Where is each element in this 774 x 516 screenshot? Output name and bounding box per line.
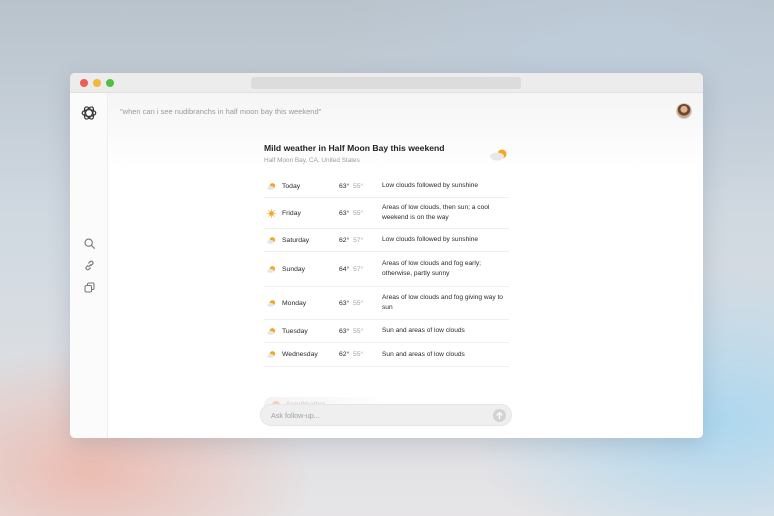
forecast-low: 55°	[353, 299, 364, 307]
forecast-description: Areas of low clouds and fog early; other…	[382, 260, 481, 277]
forecast-row-friday[interactable]: Friday 63° 55° Areas of low clouds, then su…	[264, 198, 509, 229]
partly-sunny-icon	[267, 299, 276, 307]
partly-sunny-icon	[267, 351, 276, 358]
forecast-high: 62°	[339, 351, 350, 358]
forecast-description: Low clouds followed by sunshine	[382, 182, 479, 189]
maximize-window-button[interactable]	[106, 79, 114, 87]
forecast-row-sunday[interactable]: Sunday 64° 57° Areas of low clouds and fog …	[264, 252, 509, 287]
partly-sunny-icon	[267, 265, 276, 273]
forecast-low: 57°	[353, 236, 364, 244]
forecast-low: 57°	[353, 265, 364, 273]
forecast-description: Low clouds followed by sunshine	[382, 236, 479, 243]
browser-window: "when can i see nudibranchs in half moon…	[70, 73, 703, 438]
forecast-day: Saturday	[282, 236, 310, 244]
forecast-high: 63°	[339, 209, 350, 217]
forecast-low: 55°	[353, 209, 364, 217]
forecast-row-monday[interactable]: Monday 63° 55° Areas of low clouds and fog …	[264, 287, 509, 320]
link-icon[interactable]	[83, 259, 96, 272]
forecast-description: Areas of low clouds, then sun; a cool we…	[382, 204, 490, 221]
weather-card-header: Mild weather in Half Moon Bay this weeke…	[264, 143, 509, 164]
avatar[interactable]	[676, 103, 692, 119]
forecast-day: Monday	[282, 299, 307, 307]
forecast-high: 63°	[339, 182, 350, 190]
forecast-low: 55°	[353, 327, 364, 335]
partly-sunny-icon	[267, 182, 276, 190]
forecast-day: Friday	[282, 209, 301, 217]
forecast-row-wednesday[interactable]: Wednesday 62° 55° Sun and areas of low clou…	[264, 343, 509, 367]
partly-cloudy-icon	[490, 149, 507, 161]
search-icon[interactable]	[83, 237, 96, 250]
forecast-day: Tuesday	[282, 327, 308, 335]
forecast-day: Sunday	[282, 265, 306, 273]
openai-logo-icon[interactable]	[80, 104, 98, 122]
forecast-description: Sun and areas of low clouds	[382, 350, 465, 358]
forecast-high: 62°	[339, 236, 350, 244]
followup-box	[260, 404, 512, 426]
forecast-low: 55°	[353, 351, 364, 358]
copy-icon[interactable]	[83, 281, 96, 294]
main-content: "when can i see nudibranchs in half moon…	[108, 93, 703, 438]
forecast-row-tuesday[interactable]: Tuesday 63° 55° Sun and areas of low clouds	[264, 320, 509, 343]
title-bar	[70, 73, 703, 93]
forecast-row-today[interactable]: Today 63° 55° Low clouds followed by sunshi…	[264, 175, 509, 198]
close-window-button[interactable]	[80, 79, 88, 87]
forecast-list: Today 63° 55° Low clouds followed by sunshi…	[264, 175, 509, 367]
sidebar	[70, 93, 108, 438]
send-arrow-icon	[496, 411, 503, 420]
search-query[interactable]: "when can i see nudibranchs in half moon…	[120, 107, 321, 116]
forecast-day: Wednesday	[282, 351, 318, 358]
forecast-row-saturday[interactable]: Saturday 62° 57° Low clouds followed by sun…	[264, 229, 509, 252]
forecast-high: 63°	[339, 299, 350, 307]
send-button[interactable]	[493, 409, 506, 422]
sunny-icon	[267, 208, 276, 218]
minimize-window-button[interactable]	[93, 79, 101, 87]
followup-input[interactable]	[271, 409, 471, 422]
forecast-description: Sun and areas of low clouds	[382, 327, 465, 334]
weather-card-location: Half Moon Bay, CA, United States	[264, 157, 360, 164]
weather-card-title: Mild weather in Half Moon Bay this weeke…	[264, 143, 445, 153]
forecast-low: 55°	[353, 182, 364, 190]
forecast-day: Today	[282, 182, 301, 190]
partly-sunny-icon	[267, 236, 276, 244]
forecast-description: Areas of low clouds and fog giving way t…	[382, 294, 503, 311]
address-bar[interactable]	[251, 77, 521, 89]
forecast-high: 64°	[339, 265, 350, 273]
partly-sunny-icon	[267, 327, 276, 335]
forecast-high: 63°	[339, 327, 350, 335]
